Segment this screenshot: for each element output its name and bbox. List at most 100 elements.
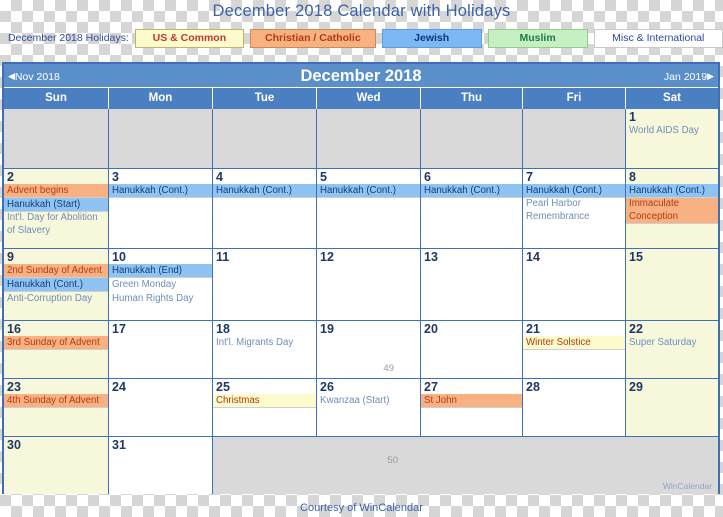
event-item[interactable]: Hanukkah (End)	[109, 264, 212, 278]
event-item[interactable]: Hanukkah (Cont.)	[317, 184, 420, 198]
week-row: 1 World AIDS Day	[4, 109, 718, 169]
day-cell-17[interactable]: 17	[109, 321, 213, 379]
event-item[interactable]: Int'l. Migrants Day	[213, 336, 316, 350]
event-list: Kwanzaa (Start)	[317, 394, 420, 408]
day-cell-9[interactable]: 9 2nd Sunday of Advent Hanukkah (Cont.) Ant…	[4, 249, 109, 321]
day-cell-13[interactable]: 13	[421, 249, 523, 321]
legend-chip-muslim[interactable]: Muslim	[487, 28, 588, 48]
event-item[interactable]: Immaculate Conception	[626, 198, 718, 224]
day-cell-23[interactable]: 23 4th Sunday of Advent	[4, 379, 109, 437]
next-month-button[interactable]: Jan 2019▶	[664, 64, 714, 89]
event-item[interactable]: Hanukkah (Cont.)	[421, 184, 522, 198]
weekday-header-tue: Tue	[213, 88, 317, 109]
weekday-header-row: Sun Mon Tue Wed Thu Fri Sat	[4, 88, 718, 109]
day-cell-empty	[523, 109, 626, 169]
event-item[interactable]: 3rd Sunday of Advent	[4, 336, 108, 350]
next-month-label: Jan 2019	[663, 71, 708, 83]
event-item[interactable]: Hanukkah (Cont.)	[109, 184, 212, 198]
day-cell-1[interactable]: 1 World AIDS Day	[626, 109, 718, 169]
event-item[interactable]: Pearl Harbor Remembrance	[523, 198, 625, 224]
day-cell-7[interactable]: 7 Hanukkah (Cont.) Pearl Harbor Remembranc…	[523, 169, 626, 249]
day-cell-10[interactable]: 10 Hanukkah (End) Green Monday Human Rights…	[109, 249, 213, 321]
event-item[interactable]: Hanukkah (Cont.)	[523, 184, 625, 198]
event-list: Hanukkah (Cont.)	[317, 184, 420, 198]
event-item[interactable]: Hanukkah (Start)	[4, 198, 108, 212]
event-item[interactable]: Christmas	[213, 394, 316, 408]
day-cell-11[interactable]: 11	[213, 249, 317, 321]
day-cell-26[interactable]: 26 Kwanzaa (Start)	[317, 379, 421, 437]
event-item[interactable]: Hanukkah (Cont.)	[213, 184, 316, 198]
event-item[interactable]: Kwanzaa (Start)	[317, 394, 420, 408]
event-item[interactable]: Human Rights Day	[109, 292, 212, 306]
event-item[interactable]: Hanukkah (Cont.)	[4, 278, 108, 292]
legend-chip-christian-catholic[interactable]: Christian / Catholic	[249, 28, 376, 48]
event-item[interactable]: Int'l. Day for Abolition of Slavery	[4, 212, 108, 238]
event-list: Hanukkah (Cont.)	[421, 184, 522, 198]
day-cell-21[interactable]: 21 Winter Solstice	[523, 321, 626, 379]
day-number: 28	[526, 380, 540, 394]
month-navigation-bar: ◀Nov 2018 December 2018 Jan 2019▶	[4, 64, 718, 88]
day-cell-8[interactable]: 8 Hanukkah (Cont.) Immaculate Conception	[626, 169, 718, 249]
day-number: 15	[629, 250, 643, 264]
week-row: 23 4th Sunday of Advent 24 25 Christmas 26 Kwa…	[4, 379, 718, 437]
event-item[interactable]: Advent begins	[4, 184, 108, 198]
day-cell-22[interactable]: 22 Super Saturday	[626, 321, 718, 379]
day-cell-12[interactable]: 12	[317, 249, 421, 321]
event-item[interactable]: Winter Solstice	[523, 336, 625, 350]
event-list: Hanukkah (Cont.)	[109, 184, 212, 198]
event-item[interactable]: St John	[421, 394, 522, 408]
legend-chip-us-common[interactable]: US & Common	[134, 28, 244, 48]
day-cell-6[interactable]: 6 Hanukkah (Cont.)	[421, 169, 523, 249]
day-number: 17	[112, 322, 126, 336]
day-cell-27[interactable]: 27 St John	[421, 379, 523, 437]
day-number: 27	[424, 380, 438, 394]
day-number: 18	[216, 322, 230, 336]
event-item[interactable]: 4th Sunday of Advent	[4, 394, 108, 408]
day-cell-28[interactable]: 28	[523, 379, 626, 437]
day-cell-3[interactable]: 3 Hanukkah (Cont.)	[109, 169, 213, 249]
day-number: 5	[320, 170, 327, 184]
day-cell-empty	[213, 109, 317, 169]
event-list: Advent begins Hanukkah (Start) Int'l. Day …	[4, 184, 108, 238]
day-cell-2[interactable]: 2 Advent begins Hanukkah (Start) Int'l. Day…	[4, 169, 109, 249]
day-cell-30[interactable]: 30	[4, 437, 109, 494]
event-item[interactable]: World AIDS Day	[626, 124, 718, 138]
day-cell-25[interactable]: 25 Christmas	[213, 379, 317, 437]
week-row: 16 3rd Sunday of Advent 17 18 Int'l. Migrant…	[4, 321, 718, 379]
event-item[interactable]: Green Monday	[109, 278, 212, 292]
legend-chip-misc-international[interactable]: Misc & International	[593, 28, 723, 48]
calendar-grid: ◀Nov 2018 December 2018 Jan 2019▶ Sun Mon…	[2, 62, 720, 494]
day-cell-24[interactable]: 24	[109, 379, 213, 437]
day-cell-16[interactable]: 16 3rd Sunday of Advent	[4, 321, 109, 379]
event-list: Super Saturday	[626, 336, 718, 350]
event-list: Hanukkah (End) Green Monday Human Rights D…	[109, 264, 212, 306]
day-cell-14[interactable]: 14	[523, 249, 626, 321]
event-item[interactable]: 2nd Sunday of Advent	[4, 264, 108, 278]
day-number: 29	[629, 380, 643, 394]
weekday-header-thu: Thu	[421, 88, 523, 109]
day-number: 23	[7, 380, 21, 394]
weekday-header-sat: Sat	[663, 92, 681, 104]
day-cell-18[interactable]: 18 Int'l. Migrants Day	[213, 321, 317, 379]
week-row: 9 2nd Sunday of Advent Hanukkah (Cont.) Ant…	[4, 249, 718, 321]
event-list: Hanukkah (Cont.) Immaculate Conception	[626, 184, 718, 224]
event-list: St John	[421, 394, 522, 408]
event-item[interactable]: Anti-Corruption Day	[4, 292, 108, 306]
day-cell-empty	[4, 109, 109, 169]
day-cell-4[interactable]: 4 Hanukkah (Cont.)	[213, 169, 317, 249]
day-number: 24	[112, 380, 126, 394]
day-cell-19[interactable]: 19 49	[317, 321, 421, 379]
day-number: 9	[7, 250, 14, 264]
legend-chip-jewish[interactable]: Jewish	[381, 28, 482, 48]
day-cell-31[interactable]: 31	[109, 437, 213, 494]
day-cell-29[interactable]: 29	[626, 379, 718, 437]
day-cell-5[interactable]: 5 Hanukkah (Cont.)	[317, 169, 421, 249]
event-item[interactable]: Hanukkah (Cont.)	[626, 184, 718, 198]
day-number: 11	[216, 250, 230, 264]
event-list: 4th Sunday of Advent	[4, 394, 108, 408]
day-number: 10	[112, 250, 126, 264]
day-cell-20[interactable]: 20	[421, 321, 523, 379]
event-item[interactable]: Super Saturday	[626, 336, 718, 350]
day-number: 8	[629, 170, 636, 184]
day-cell-15[interactable]: 15	[626, 249, 718, 321]
